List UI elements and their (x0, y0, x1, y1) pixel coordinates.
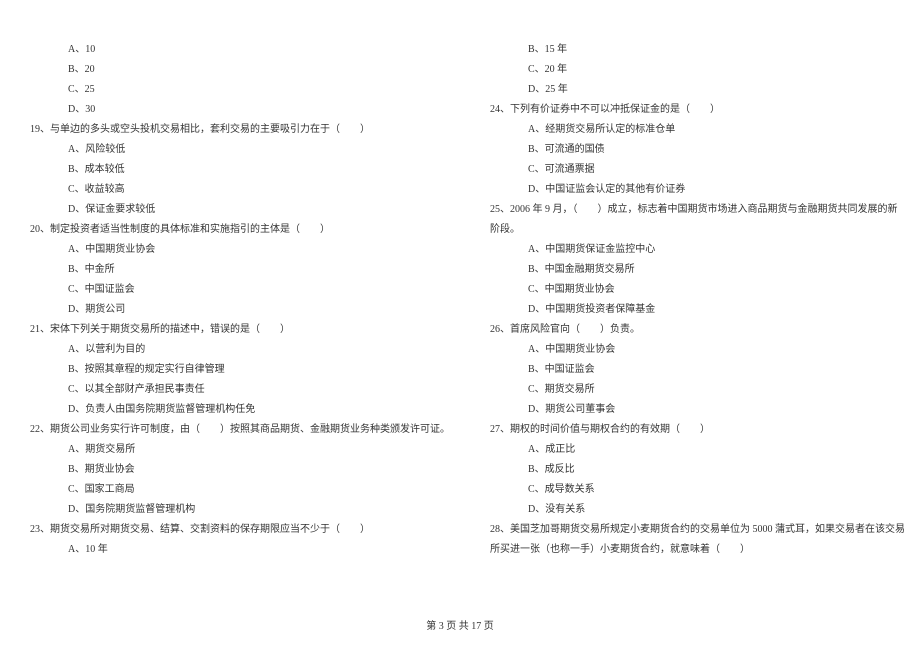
option-item: B、期货业协会 (30, 460, 450, 480)
option-item: D、中国证监会认定的其他有价证券 (490, 180, 905, 200)
option-item: B、中国证监会 (490, 360, 905, 380)
right-column: B、15 年 C、20 年 D、25 年 24、下列有价证券中不可以冲抵保证金的… (490, 40, 905, 610)
question-20: 20、制定投资者适当性制度的具体标准和实施指引的主体是（ ） (30, 220, 450, 240)
page-footer: 第 3 页 共 17 页 (0, 617, 920, 632)
question-25-line2: 阶段。 (490, 220, 905, 240)
option-item: D、25 年 (490, 80, 905, 100)
option-item: D、保证金要求较低 (30, 200, 450, 220)
option-item: C、收益较高 (30, 180, 450, 200)
option-item: A、中国期货保证金监控中心 (490, 240, 905, 260)
option-item: A、中国期货业协会 (30, 240, 450, 260)
option-item: A、10 (30, 40, 450, 60)
option-item: C、中国期货业协会 (490, 280, 905, 300)
question-25-line1: 25、2006 年 9 月，（ ）成立，标志着中国期货市场进入商品期货与金融期货… (490, 200, 905, 220)
option-item: B、成本较低 (30, 160, 450, 180)
option-item: D、期货公司董事会 (490, 400, 905, 420)
option-item: B、按照其章程的规定实行自律管理 (30, 360, 450, 380)
question-27: 27、期权的时间价值与期权合约的有效期（ ） (490, 420, 905, 440)
option-item: C、可流通票据 (490, 160, 905, 180)
option-item: D、中国期货投资者保障基金 (490, 300, 905, 320)
left-column: A、10 B、20 C、25 D、30 19、与单边的多头或空头投机交易相比，套… (30, 40, 450, 610)
question-28-line1: 28、美国芝加哥期货交易所规定小麦期货合约的交易单位为 5000 蒲式耳，如果交… (490, 520, 905, 540)
question-23: 23、期货交易所对期货交易、结算、交割资料的保存期限应当不少于（ ） (30, 520, 450, 540)
option-item: D、30 (30, 100, 450, 120)
option-item: C、以其全部财产承担民事责任 (30, 380, 450, 400)
option-item: D、国务院期货监督管理机构 (30, 500, 450, 520)
question-24: 24、下列有价证券中不可以冲抵保证金的是（ ） (490, 100, 905, 120)
question-21: 21、宋体下列关于期货交易所的描述中，错误的是（ ） (30, 320, 450, 340)
option-item: A、经期货交易所认定的标准仓单 (490, 120, 905, 140)
question-19: 19、与单边的多头或空头投机交易相比，套利交易的主要吸引力在于（ ） (30, 120, 450, 140)
option-item: A、成正比 (490, 440, 905, 460)
option-item: B、中国金融期货交易所 (490, 260, 905, 280)
option-item: B、15 年 (490, 40, 905, 60)
option-item: B、成反比 (490, 460, 905, 480)
option-item: C、期货交易所 (490, 380, 905, 400)
two-column-layout: A、10 B、20 C、25 D、30 19、与单边的多头或空头投机交易相比，套… (30, 40, 890, 610)
option-item: D、期货公司 (30, 300, 450, 320)
option-item: A、期货交易所 (30, 440, 450, 460)
question-22: 22、期货公司业务实行许可制度，由（ ）按照其商品期货、金融期货业务种类颁发许可… (30, 420, 450, 440)
question-28-line2: 所买进一张（也称一手）小麦期货合约，就意味着（ ） (490, 540, 905, 560)
option-item: D、没有关系 (490, 500, 905, 520)
option-item: C、成导数关系 (490, 480, 905, 500)
option-item: A、风险较低 (30, 140, 450, 160)
option-item: A、中国期货业协会 (490, 340, 905, 360)
option-item: C、中国证监会 (30, 280, 450, 300)
option-item: B、中金所 (30, 260, 450, 280)
option-item: C、25 (30, 80, 450, 100)
option-item: D、负责人由国务院期货监督管理机构任免 (30, 400, 450, 420)
option-item: A、以营利为目的 (30, 340, 450, 360)
option-item: A、10 年 (30, 540, 450, 560)
question-26: 26、首席风险官向（ ）负责。 (490, 320, 905, 340)
option-item: B、可流通的国债 (490, 140, 905, 160)
option-item: C、20 年 (490, 60, 905, 80)
option-item: B、20 (30, 60, 450, 80)
option-item: C、国家工商局 (30, 480, 450, 500)
